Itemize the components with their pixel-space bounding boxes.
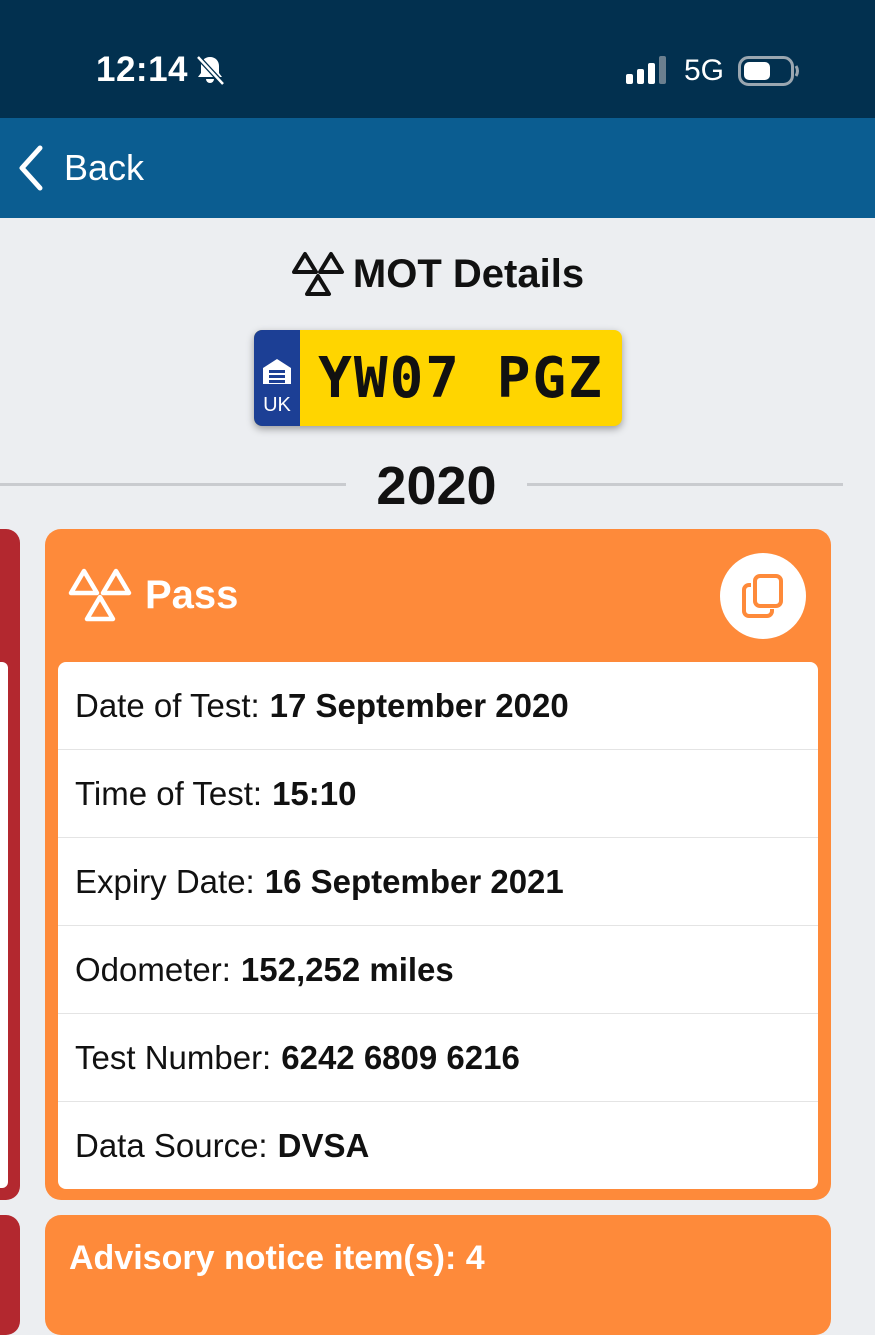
mot-triangles-icon: [68, 568, 132, 622]
year-label: 2020: [376, 456, 497, 516]
detail-row-date-of-test: Date of Test: 17 September 2020: [58, 662, 818, 750]
previous-test-card-body: [0, 662, 8, 1188]
battery-icon: [738, 56, 799, 86]
detail-row-time-of-test: Time of Test: 15:10: [58, 750, 818, 838]
copy-button[interactable]: [720, 553, 806, 639]
network-label: 5G: [684, 54, 725, 87]
detail-value: 17 September 2020: [269, 686, 569, 724]
nav-bar: Back: [0, 118, 875, 218]
divider-left: [0, 483, 346, 486]
detail-value: 16 September 2021: [264, 862, 564, 900]
detail-value: 6242 6809 6216: [281, 1038, 520, 1076]
mot-triangles-icon: [291, 252, 344, 296]
advisory-label: Advisory notice item(s): 4: [69, 1239, 485, 1277]
plate-number: YW07 PGZ: [318, 345, 604, 411]
card-header: Pass: [45, 529, 831, 662]
detail-label: Time of Test:: [75, 774, 263, 812]
detail-label: Date of Test:: [75, 686, 260, 724]
detail-label: Odometer:: [75, 950, 231, 988]
mot-result-card: Pass Date of Test: 17 September 2020 Tim…: [45, 529, 831, 1200]
page-title: MOT Details: [352, 251, 585, 296]
detail-row-odometer: Odometer: 152,252 miles: [58, 926, 818, 1014]
detail-label: Expiry Date:: [75, 862, 255, 900]
copy-icon: [742, 574, 783, 618]
previous-test-advisory-card[interactable]: [0, 1215, 20, 1335]
detail-row-test-number: Test Number: 6242 6809 6216: [58, 1014, 818, 1102]
detail-value: DVSA: [277, 1127, 370, 1164]
result-label: Pass: [145, 573, 239, 617]
detail-value: 15:10: [272, 774, 357, 812]
back-label: Back: [64, 147, 145, 188]
plate-country-band: UK: [254, 330, 300, 426]
advisory-card[interactable]: Advisory notice item(s): 4: [45, 1215, 831, 1335]
detail-value: 152,252 miles: [240, 950, 454, 988]
signal-icon: [626, 56, 666, 84]
bell-slash-icon: [196, 55, 225, 86]
detail-label: Data Source:: [75, 1127, 268, 1164]
divider-right: [527, 483, 843, 486]
page-header: MOT Details: [0, 248, 875, 300]
details-list: Date of Test: 17 September 2020 Time of …: [58, 662, 818, 1189]
detail-label: Test Number:: [75, 1038, 272, 1076]
back-button[interactable]: Back: [14, 142, 144, 194]
number-plate: UK YW07 PGZ: [254, 330, 622, 426]
detail-row-data-source: Data Source: DVSA: [58, 1102, 818, 1189]
garage-icon: [263, 359, 291, 384]
chevron-left-icon: [19, 145, 43, 191]
detail-row-expiry-date: Expiry Date: 16 September 2021: [58, 838, 818, 926]
plate-country: UK: [263, 394, 291, 416]
status-time: 12:14: [96, 50, 189, 89]
status-bar: 12:14 5G: [0, 0, 875, 118]
